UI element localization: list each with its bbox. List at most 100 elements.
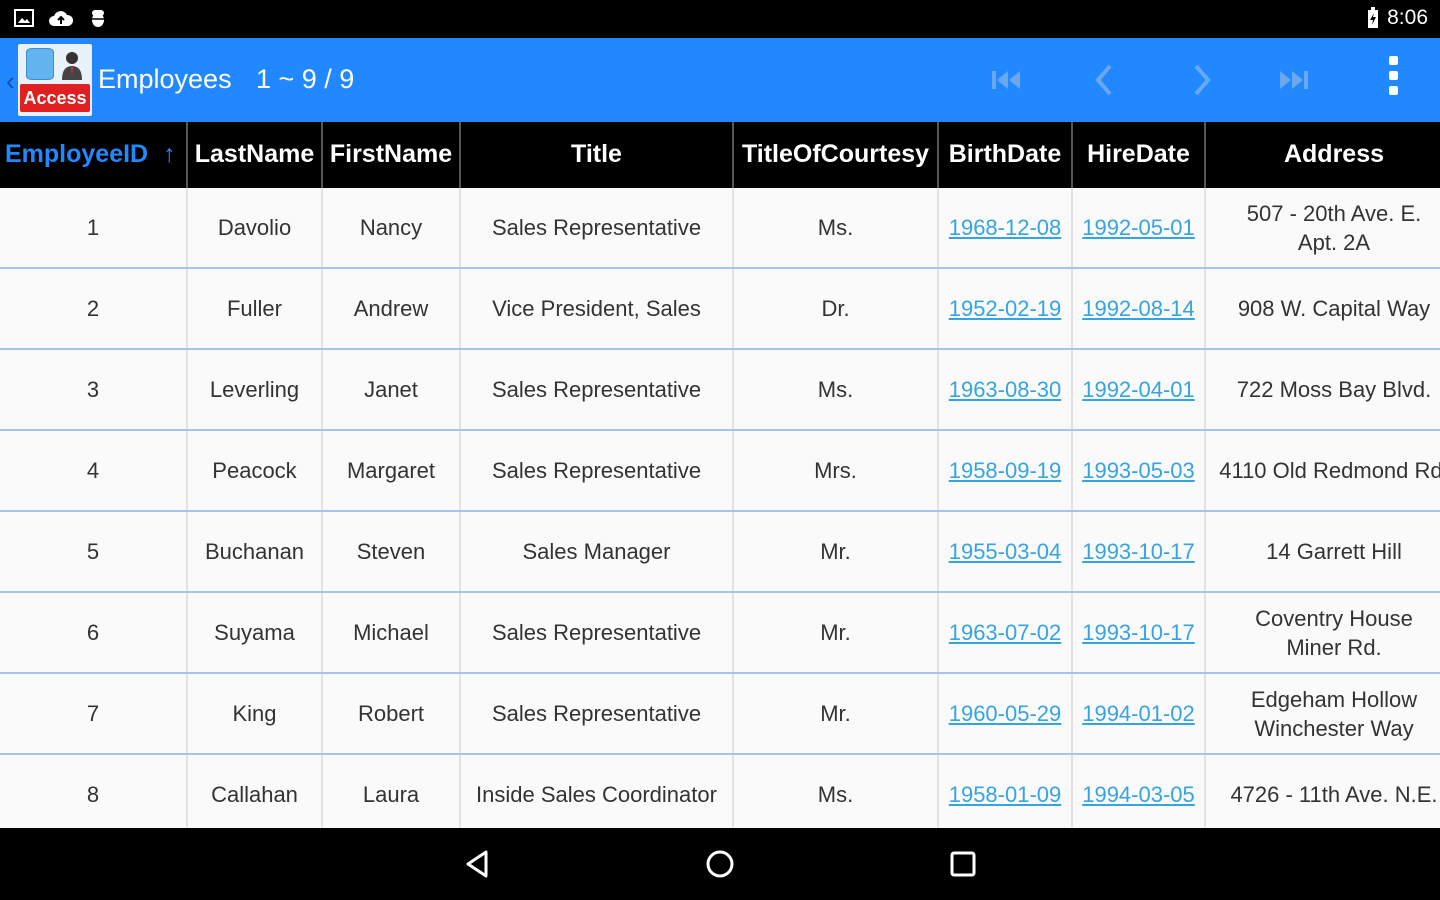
column-header-title[interactable]: Title [461, 122, 734, 188]
cell-employeeid: 6 [0, 593, 188, 672]
next-record-icon[interactable] [1176, 58, 1226, 102]
app-logo[interactable]: Access [18, 44, 92, 116]
record-range: 1 ~ 9 / 9 [256, 64, 355, 94]
column-header-birthdate[interactable]: BirthDate [939, 122, 1073, 188]
cell-title: Sales Representative [461, 188, 734, 267]
cell-firstname: Steven [323, 512, 461, 591]
cell-hiredate[interactable]: 1994-01-02 [1073, 674, 1206, 753]
column-header-firstname[interactable]: FirstName [323, 122, 461, 188]
cell-hiredate[interactable]: 1993-10-17 [1073, 593, 1206, 672]
cell-address: Coventry House Miner Rd. [1255, 605, 1413, 660]
cell-hiredate[interactable]: 1992-08-14 [1073, 269, 1206, 348]
last-record-icon[interactable] [1272, 58, 1322, 102]
cell-titleofcourtesy: Ms. [734, 755, 939, 828]
cell-firstname: Andrew [323, 269, 461, 348]
android-debug-icon [89, 10, 107, 27]
table-row[interactable]: 5 Buchanan Steven Sales Manager Mr. 1955-03-0… [0, 512, 1440, 593]
cell-address: 507 - 20th Ave. E. Apt. 2A [1246, 200, 1422, 255]
cell-hiredate[interactable]: 1992-05-01 [1073, 188, 1206, 267]
cell-firstname: Janet [323, 350, 461, 429]
cell-hiredate[interactable]: 1992-04-01 [1073, 350, 1206, 429]
column-header-label: EmployeeID [5, 140, 149, 168]
cell-titleofcourtesy: Mrs. [734, 431, 939, 510]
cell-address: 4110 Old Redmond Rd. [1219, 458, 1440, 483]
cell-firstname: Laura [323, 755, 461, 828]
home-icon[interactable] [704, 848, 736, 880]
cell-birthdate[interactable]: 1968-12-08 [939, 188, 1073, 267]
cell-titleofcourtesy: Mr. [734, 674, 939, 753]
cell-title: Sales Representative [461, 674, 734, 753]
cell-titleofcourtesy: Mr. [734, 512, 939, 591]
cell-employeeid: 8 [0, 755, 188, 828]
cell-employeeid: 2 [0, 269, 188, 348]
column-header-employeeid[interactable]: EmployeeID ↑ [0, 122, 188, 188]
image-icon [14, 9, 34, 27]
table-row[interactable]: 1 Davolio Nancy Sales Representative Ms. 1968… [0, 188, 1440, 269]
cell-address: 4726 - 11th Ave. N.E. [1230, 782, 1438, 807]
cell-title: Vice President, Sales [461, 269, 734, 348]
cell-birthdate[interactable]: 1960-05-29 [939, 674, 1073, 753]
cell-titleofcourtesy: Ms. [734, 350, 939, 429]
cell-employeeid: 1 [0, 188, 188, 267]
cell-firstname: Margaret [323, 431, 461, 510]
cell-title: Inside Sales Coordinator [461, 755, 734, 828]
column-header-lastname[interactable]: LastName [188, 122, 323, 188]
app-bar: ‹ Access Employees 1 ~ 9 / 9 [0, 38, 1440, 122]
column-header-address[interactable]: Address [1206, 122, 1440, 188]
cell-address: 722 Moss Bay Blvd. [1236, 377, 1432, 402]
sort-ascending-icon: ↑ [163, 140, 176, 168]
cell-lastname: Suyama [188, 593, 323, 672]
cell-titleofcourtesy: Ms. [734, 188, 939, 267]
cell-lastname: King [188, 674, 323, 753]
cell-birthdate[interactable]: 1958-09-19 [939, 431, 1073, 510]
table-row[interactable]: 7 King Robert Sales Representative Mr. 1960-0… [0, 674, 1440, 755]
first-record-icon[interactable] [984, 58, 1034, 102]
cell-birthdate[interactable]: 1955-03-04 [939, 512, 1073, 591]
cell-employeeid: 7 [0, 674, 188, 753]
cell-birthdate[interactable]: 1963-08-30 [939, 350, 1073, 429]
column-header-hiredate[interactable]: HireDate [1073, 122, 1206, 188]
column-header-titleofcourtesy[interactable]: TitleOfCourtesy [734, 122, 939, 188]
cell-titleofcourtesy: Dr. [734, 269, 939, 348]
table-row[interactable]: 3 Leverling Janet Sales Representative Ms. 19… [0, 350, 1440, 431]
previous-record-icon[interactable] [1080, 58, 1130, 102]
cell-title: Sales Representative [461, 350, 734, 429]
status-bar: 8:06 [0, 0, 1440, 38]
overflow-menu-icon[interactable] [1384, 56, 1402, 106]
cloud-upload-icon [49, 11, 74, 26]
cell-lastname: Callahan [188, 755, 323, 828]
cell-birthdate[interactable]: 1952-02-19 [939, 269, 1073, 348]
cell-titleofcourtesy: Mr. [734, 593, 939, 672]
chevron-left-icon[interactable]: ‹ [6, 66, 15, 97]
cell-birthdate[interactable]: 1958-01-09 [939, 755, 1073, 828]
cell-title: Sales Manager [461, 512, 734, 591]
table-row[interactable]: 2 Fuller Andrew Vice President, Sales Dr. 195… [0, 269, 1440, 350]
cell-address: 14 Garrett Hill [1266, 539, 1402, 564]
cell-lastname: Davolio [188, 188, 323, 267]
cell-hiredate[interactable]: 1994-03-05 [1073, 755, 1206, 828]
status-time: 8:06 [1387, 6, 1428, 29]
cell-employeeid: 5 [0, 512, 188, 591]
cell-firstname: Robert [323, 674, 461, 753]
cell-address: Edgeham Hollow Winchester Way [1250, 686, 1418, 741]
table-row[interactable]: 6 Suyama Michael Sales Representative Mr. 196… [0, 593, 1440, 674]
battery-charging-icon [1368, 7, 1379, 28]
cell-lastname: Peacock [188, 431, 323, 510]
table-row[interactable]: 4 Peacock Margaret Sales Representative Mrs.… [0, 431, 1440, 512]
system-nav-bar [0, 828, 1440, 900]
app-logo-label: Access [20, 84, 90, 112]
data-table: EmployeeID ↑ LastName FirstName Title Ti… [0, 122, 1440, 828]
cell-lastname: Fuller [188, 269, 323, 348]
table-header: EmployeeID ↑ LastName FirstName Title Ti… [0, 122, 1440, 188]
cell-hiredate[interactable]: 1993-05-03 [1073, 431, 1206, 510]
cell-employeeid: 4 [0, 431, 188, 510]
back-icon[interactable] [462, 848, 494, 880]
cell-firstname: Michael [323, 593, 461, 672]
recents-icon[interactable] [948, 849, 978, 879]
table-row[interactable]: 8 Callahan Laura Inside Sales Coordinator Ms… [0, 755, 1440, 828]
person-icon [62, 52, 82, 80]
page-title: Employees [98, 64, 232, 94]
cell-hiredate[interactable]: 1993-10-17 [1073, 512, 1206, 591]
cell-birthdate[interactable]: 1963-07-02 [939, 593, 1073, 672]
cell-address: 908 W. Capital Way [1237, 296, 1431, 321]
